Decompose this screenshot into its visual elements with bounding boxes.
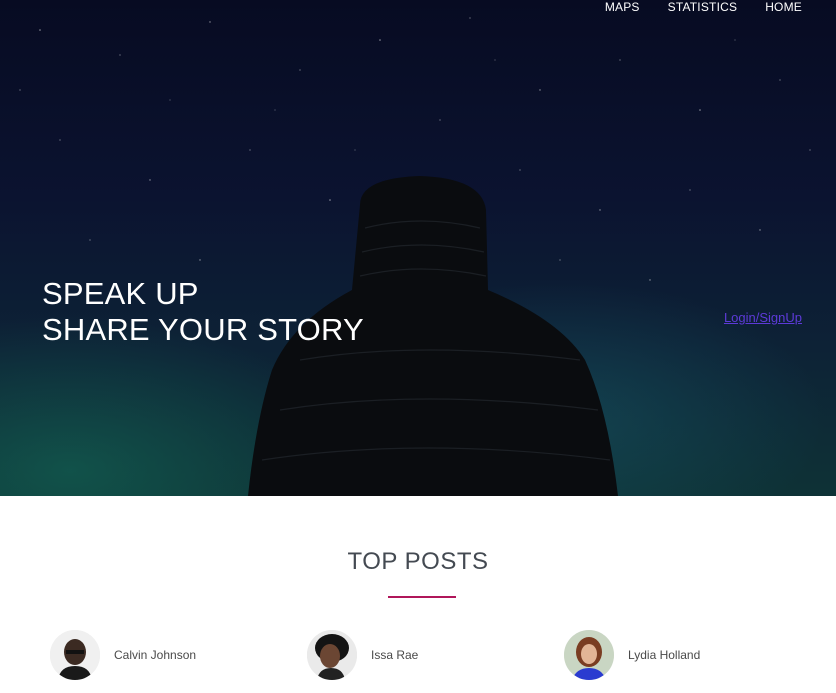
top-navigation: MAPS STATISTICS HOME — [605, 0, 802, 16]
author-name[interactable]: Calvin Johnson — [114, 648, 196, 662]
author-name[interactable]: Issa Rae — [371, 648, 418, 662]
title-underline-divider — [388, 596, 456, 598]
avatar[interactable] — [50, 630, 100, 680]
person-avatar-icon — [50, 630, 100, 680]
nav-link-home[interactable]: HOME — [765, 0, 802, 16]
headline-line-1: SPEAK UP — [42, 276, 199, 311]
hero-headline: SPEAK UP SHARE YOUR STORY — [42, 276, 364, 348]
post-author-item[interactable]: Calvin Johnson — [50, 630, 196, 680]
login-signup-link[interactable]: Login/SignUp — [724, 310, 802, 325]
post-author-item[interactable]: Lydia Holland — [564, 630, 700, 680]
avatar[interactable] — [307, 630, 357, 680]
person-avatar-icon — [564, 630, 614, 680]
avatar[interactable] — [564, 630, 614, 680]
hooded-figure-silhouette — [248, 176, 618, 496]
nav-link-statistics[interactable]: STATISTICS — [668, 0, 738, 16]
nav-link-maps[interactable]: MAPS — [605, 0, 640, 16]
hero-banner: MAPS STATISTICS HOME SPEAK UP SHARE YOUR… — [0, 0, 836, 496]
section-title-top-posts: TOP POSTS — [347, 548, 489, 575]
author-name[interactable]: Lydia Holland — [628, 648, 700, 662]
top-posts-list: Calvin Johnson Issa Rae Lydia Holland — [0, 630, 836, 693]
post-author-item[interactable]: Issa Rae — [307, 630, 418, 680]
person-avatar-icon — [307, 630, 357, 680]
headline-line-2: SHARE YOUR STORY — [42, 312, 364, 347]
